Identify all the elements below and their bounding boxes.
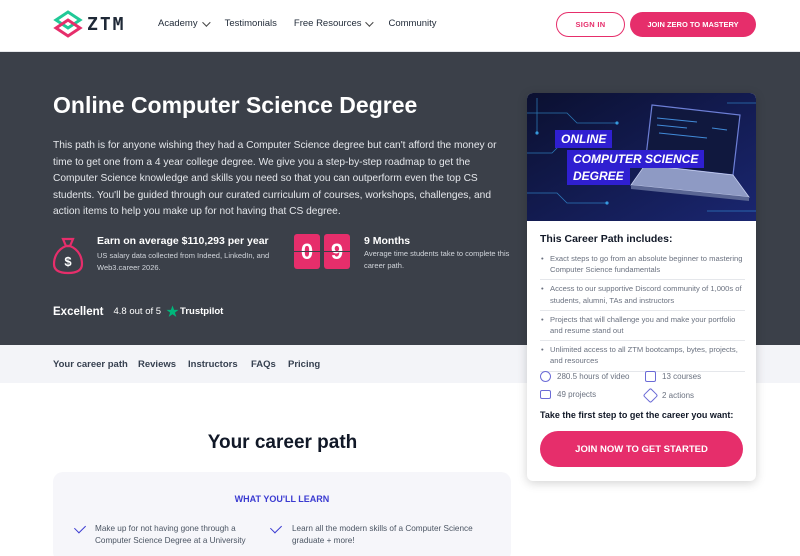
trustpilot-score: 4.8 out of 5: [113, 306, 162, 317]
trustpilot-star-icon: [166, 305, 179, 317]
meta-video-hours: 280.5 hours of video: [540, 371, 630, 382]
money-bag-icon: $: [52, 237, 84, 275]
rocket-icon: [642, 387, 659, 404]
meta-actions-text: 2 actions: [662, 391, 695, 400]
tab-reviews[interactable]: Reviews: [138, 359, 176, 370]
career-path-card: ONLINE COMPUTER SCIENCE DEGREE This Care…: [527, 93, 756, 481]
meta-courses: 13 courses: [645, 371, 701, 382]
tab-faqs[interactable]: FAQs: [251, 359, 276, 370]
list-item: Access to our supportive Discord communi…: [540, 280, 745, 311]
includes-list: Exact steps to go from an absolute begin…: [540, 250, 745, 372]
learn-heading: WHAT YOU'LL LEARN: [234, 494, 330, 504]
sign-in-button[interactable]: SIGN IN: [556, 12, 625, 37]
join-now-button[interactable]: JOIN NOW TO GET STARTED: [540, 431, 743, 467]
logo-mark-icon: [53, 10, 83, 38]
check-icon: [269, 521, 283, 534]
months-digit-ones: 9: [324, 234, 350, 269]
page-title: Online Computer Science Degree: [53, 92, 418, 118]
learn-item: Learn all the modern skills of a Compute…: [292, 524, 473, 545]
nav-testimonials[interactable]: Testimonials: [225, 18, 277, 29]
svg-text:$: $: [64, 254, 72, 269]
meta-projects-text: 49 projects: [557, 390, 597, 399]
ztm-logo[interactable]: ZTM: [52, 8, 126, 40]
nav-community-label: Community: [388, 18, 437, 29]
join-button[interactable]: JOIN ZERO TO MASTERY: [630, 12, 756, 37]
clock-icon: [540, 371, 551, 382]
hero-description: This path is for anyone wishing they had…: [53, 140, 497, 217]
tab-instructors[interactable]: Instructors: [188, 359, 238, 370]
site-header: ZTM Academy Testimonials Free Resources …: [0, 0, 800, 52]
meta-projects: 49 projects: [540, 390, 596, 399]
banner-tag-online: ONLINE: [555, 130, 613, 148]
list-item: Unlimited access to all ZTM bootcamps, b…: [540, 341, 745, 372]
nav-academy[interactable]: Academy: [158, 17, 211, 29]
list-item: Projects that will challenge you and mak…: [540, 311, 745, 342]
chevron-down-icon: [365, 17, 375, 27]
laptop-icon: [540, 390, 551, 399]
nav-testimonials-label: Testimonials: [224, 18, 277, 29]
trustpilot-label: Excellent: [53, 305, 104, 318]
list-item: Exact steps to go from an absolute begin…: [540, 250, 745, 281]
nav-community[interactable]: Community: [388, 18, 436, 29]
what-youll-learn-box: WHAT YOU'LL LEARN Make up for not having…: [53, 472, 511, 556]
learn-item: Make up for not having gone through a Co…: [95, 524, 246, 545]
meta-actions: 2 actions: [642, 387, 695, 404]
banner-tag-degree: DEGREE: [567, 167, 630, 185]
chevron-down-icon: [201, 17, 211, 27]
nav-academy-label: Academy: [158, 18, 198, 29]
logo-text: ZTM: [87, 13, 126, 35]
banner-tag-computer-science: COMPUTER SCIENCE: [567, 150, 705, 168]
months-title: 9 Months: [364, 235, 411, 247]
career-path-title: Your career path: [207, 432, 358, 453]
nav-free-resources[interactable]: Free Resources: [293, 17, 375, 29]
nav-free-resources-label: Free Resources: [293, 18, 362, 29]
includes-heading: This Career Path includes:: [540, 233, 673, 245]
months-digit-tens: 0: [294, 234, 320, 269]
main-nav: Academy Testimonials Free Resources Comm…: [158, 17, 437, 29]
check-icon: [73, 521, 87, 534]
first-step-text: Take the first step to get the career yo…: [540, 410, 734, 420]
tab-your-career-path[interactable]: Your career path: [53, 359, 128, 370]
trustpilot-brand: Trustpilot: [180, 306, 224, 317]
courses-icon: [645, 371, 656, 382]
meta-courses-text: 13 courses: [662, 372, 702, 381]
salary-title: Earn on average $110,293 per year: [97, 235, 269, 247]
trustpilot-rating[interactable]: Excellent 4.8 out of 5 Trustpilot: [53, 305, 223, 318]
meta-video-hours-text: 280.5 hours of video: [557, 372, 630, 381]
months-subtext: Average time students take to complete t…: [364, 249, 510, 270]
salary-subtext: US salary data collected from Indeed, Li…: [97, 251, 270, 272]
tab-pricing[interactable]: Pricing: [288, 359, 320, 370]
